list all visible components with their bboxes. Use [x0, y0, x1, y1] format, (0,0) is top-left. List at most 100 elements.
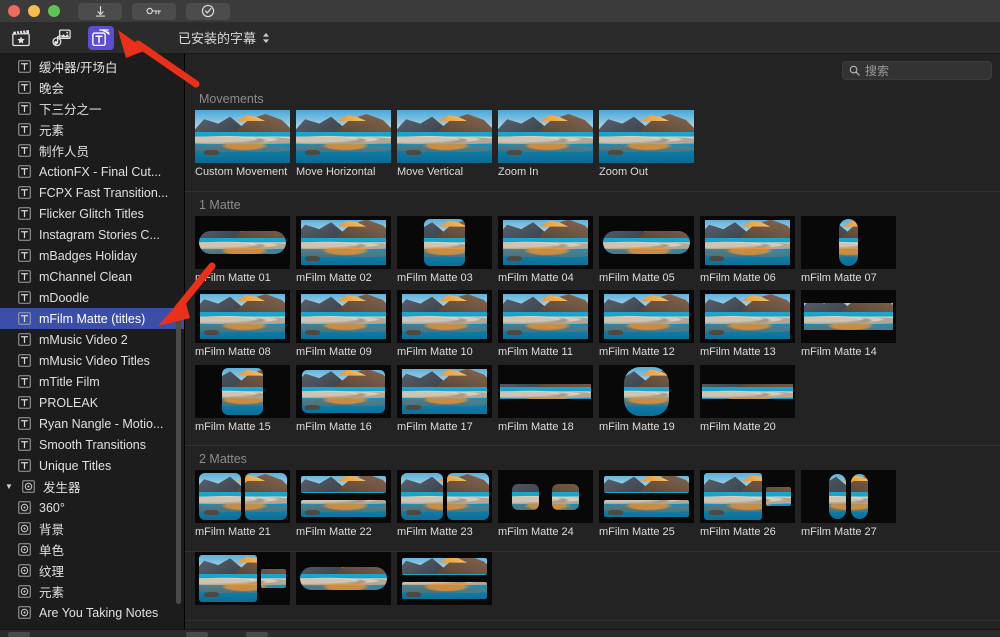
- browser-item-thumbnail[interactable]: [498, 364, 593, 418]
- browser-item-thumbnail[interactable]: [700, 470, 795, 523]
- browser-item[interactable]: mFilm Matte 02: [296, 215, 397, 285]
- browser-item[interactable]: mFilm Matte 23: [397, 470, 498, 539]
- sidebar-item-26[interactable]: 元素: [0, 581, 184, 602]
- bottom-chip[interactable]: [186, 632, 208, 637]
- effects-browser-icon[interactable]: [8, 26, 34, 50]
- browser-item-thumbnail[interactable]: [498, 215, 593, 269]
- browser-item-thumbnail[interactable]: [700, 290, 795, 343]
- browser-item-thumbnail[interactable]: [801, 290, 896, 343]
- browser-item[interactable]: Move Vertical: [397, 110, 498, 179]
- sidebar-item-22[interactable]: 360°: [0, 497, 184, 518]
- browser-item-thumbnail[interactable]: [296, 364, 391, 418]
- sidebar-item-24[interactable]: 单色: [0, 539, 184, 560]
- browser-item-thumbnail[interactable]: [397, 470, 492, 523]
- browser-item[interactable]: mFilm Matte 27: [801, 470, 902, 539]
- browser-item-thumbnail[interactable]: [195, 364, 290, 418]
- browser-item[interactable]: mFilm Matte 07: [801, 215, 902, 285]
- browser-item[interactable]: mFilm Matte 15: [195, 364, 296, 434]
- browser-item[interactable]: Move Horizontal: [296, 110, 397, 179]
- browser-item[interactable]: [296, 551, 397, 608]
- browser-item-thumbnail[interactable]: [599, 290, 694, 343]
- sidebar-item-14[interactable]: mMusic Video 2: [0, 329, 184, 350]
- browser-item-thumbnail[interactable]: [397, 290, 492, 343]
- sidebar-item-3[interactable]: 下三分之一: [0, 98, 184, 119]
- browser-item-thumbnail[interactable]: [397, 215, 492, 269]
- browser-item-thumbnail[interactable]: [296, 110, 391, 163]
- sidebar-item-7[interactable]: FCPX Fast Transition...: [0, 182, 184, 203]
- browser-item[interactable]: mFilm Matte 10: [397, 290, 498, 359]
- browser-item[interactable]: mFilm Matte 14: [801, 290, 902, 359]
- browser-item-thumbnail[interactable]: [195, 215, 290, 269]
- browser-item[interactable]: [195, 551, 296, 608]
- browser-item[interactable]: mFilm Matte 03: [397, 215, 498, 285]
- sidebar-item-21[interactable]: ▼ 发生器: [0, 476, 184, 497]
- browser-item-thumbnail[interactable]: [397, 551, 492, 605]
- browser-item[interactable]: Zoom Out: [599, 110, 700, 179]
- disclosure-triangle-icon[interactable]: ▼: [4, 482, 14, 491]
- browser-item-thumbnail[interactable]: [801, 215, 896, 269]
- sidebar-item-12[interactable]: mDoodle: [0, 287, 184, 308]
- browser-item[interactable]: mFilm Matte 13: [700, 290, 801, 359]
- browser-item[interactable]: mFilm Matte 08: [195, 290, 296, 359]
- browser-item-thumbnail[interactable]: [296, 215, 391, 269]
- browser-item[interactable]: mFilm Matte 09: [296, 290, 397, 359]
- download-button[interactable]: [78, 2, 122, 20]
- browser-item-thumbnail[interactable]: [700, 215, 795, 269]
- titles-browser-grid[interactable]: Movements Custom Movement Move Horizonta…: [185, 86, 1000, 629]
- browser-item[interactable]: [397, 551, 498, 608]
- search-field[interactable]: 搜索: [842, 60, 992, 80]
- browser-item-thumbnail[interactable]: [195, 551, 290, 605]
- browser-item-thumbnail[interactable]: [195, 110, 290, 163]
- minimize-button[interactable]: [28, 5, 40, 17]
- browser-item-thumbnail[interactable]: [296, 470, 391, 523]
- browser-item-thumbnail[interactable]: [195, 290, 290, 343]
- browser-item-thumbnail[interactable]: [801, 470, 896, 523]
- browser-item[interactable]: mFilm Matte 05: [599, 215, 700, 285]
- sidebar-item-4[interactable]: 元素: [0, 119, 184, 140]
- browser-item[interactable]: mFilm Matte 19: [599, 364, 700, 434]
- installed-titles-dropdown[interactable]: 已安装的字幕: [178, 28, 270, 47]
- close-button[interactable]: [8, 5, 20, 17]
- browser-item[interactable]: mFilm Matte 24: [498, 470, 599, 539]
- sidebar-item-9[interactable]: Instagram Stories C...: [0, 224, 184, 245]
- music-photos-browser-icon[interactable]: [48, 26, 74, 50]
- sidebar-item-17[interactable]: PROLEAK: [0, 392, 184, 413]
- sidebar-item-10[interactable]: mBadges Holiday: [0, 245, 184, 266]
- browser-item[interactable]: mFilm Matte 18: [498, 364, 599, 434]
- sidebar-item-16[interactable]: mTitle Film: [0, 371, 184, 392]
- sidebar-item-25[interactable]: 纹理: [0, 560, 184, 581]
- browser-item[interactable]: mFilm Matte 20: [700, 364, 801, 434]
- browser-item-thumbnail[interactable]: [195, 470, 290, 523]
- sidebar-item-18[interactable]: Ryan Nangle - Motio...: [0, 413, 184, 434]
- browser-item[interactable]: mFilm Matte 26: [700, 470, 801, 539]
- browser-item[interactable]: mFilm Matte 11: [498, 290, 599, 359]
- titles-generators-browser-icon[interactable]: [88, 25, 114, 50]
- browser-item[interactable]: mFilm Matte 17: [397, 364, 498, 434]
- bottom-chip[interactable]: [8, 632, 30, 637]
- browser-item-thumbnail[interactable]: [599, 364, 694, 418]
- sidebar-item-23[interactable]: 背景: [0, 518, 184, 539]
- browser-item-thumbnail[interactable]: [599, 470, 694, 523]
- maximize-button[interactable]: [48, 5, 60, 17]
- browser-item[interactable]: mFilm Matte 25: [599, 470, 700, 539]
- sidebar-item-13[interactable]: mFilm Matte (titles): [0, 308, 184, 329]
- browser-item-thumbnail[interactable]: [397, 110, 492, 163]
- browser-item-thumbnail[interactable]: [498, 290, 593, 343]
- browser-item[interactable]: mFilm Matte 21: [195, 470, 296, 539]
- browser-item[interactable]: Custom Movement: [195, 110, 296, 179]
- key-button[interactable]: [132, 2, 176, 20]
- bottom-chip[interactable]: [246, 632, 268, 637]
- sidebar-item-19[interactable]: Smooth Transitions: [0, 434, 184, 455]
- browser-item[interactable]: mFilm Matte 16: [296, 364, 397, 434]
- browser-item[interactable]: mFilm Matte 12: [599, 290, 700, 359]
- sidebar-item-8[interactable]: Flicker Glitch Titles: [0, 203, 184, 224]
- sidebar-item-20[interactable]: Unique Titles: [0, 455, 184, 476]
- browser-item-thumbnail[interactable]: [599, 215, 694, 269]
- sidebar-item-5[interactable]: 制作人员: [0, 140, 184, 161]
- verify-button[interactable]: [186, 2, 230, 20]
- sidebar-item-27[interactable]: Are You Taking Notes: [0, 602, 184, 623]
- browser-item-thumbnail[interactable]: [498, 470, 593, 523]
- sidebar-item-6[interactable]: ActionFX - Final Cut...: [0, 161, 184, 182]
- sidebar-item-1[interactable]: 缓冲器/开场白: [0, 56, 184, 77]
- browser-item-thumbnail[interactable]: [498, 110, 593, 163]
